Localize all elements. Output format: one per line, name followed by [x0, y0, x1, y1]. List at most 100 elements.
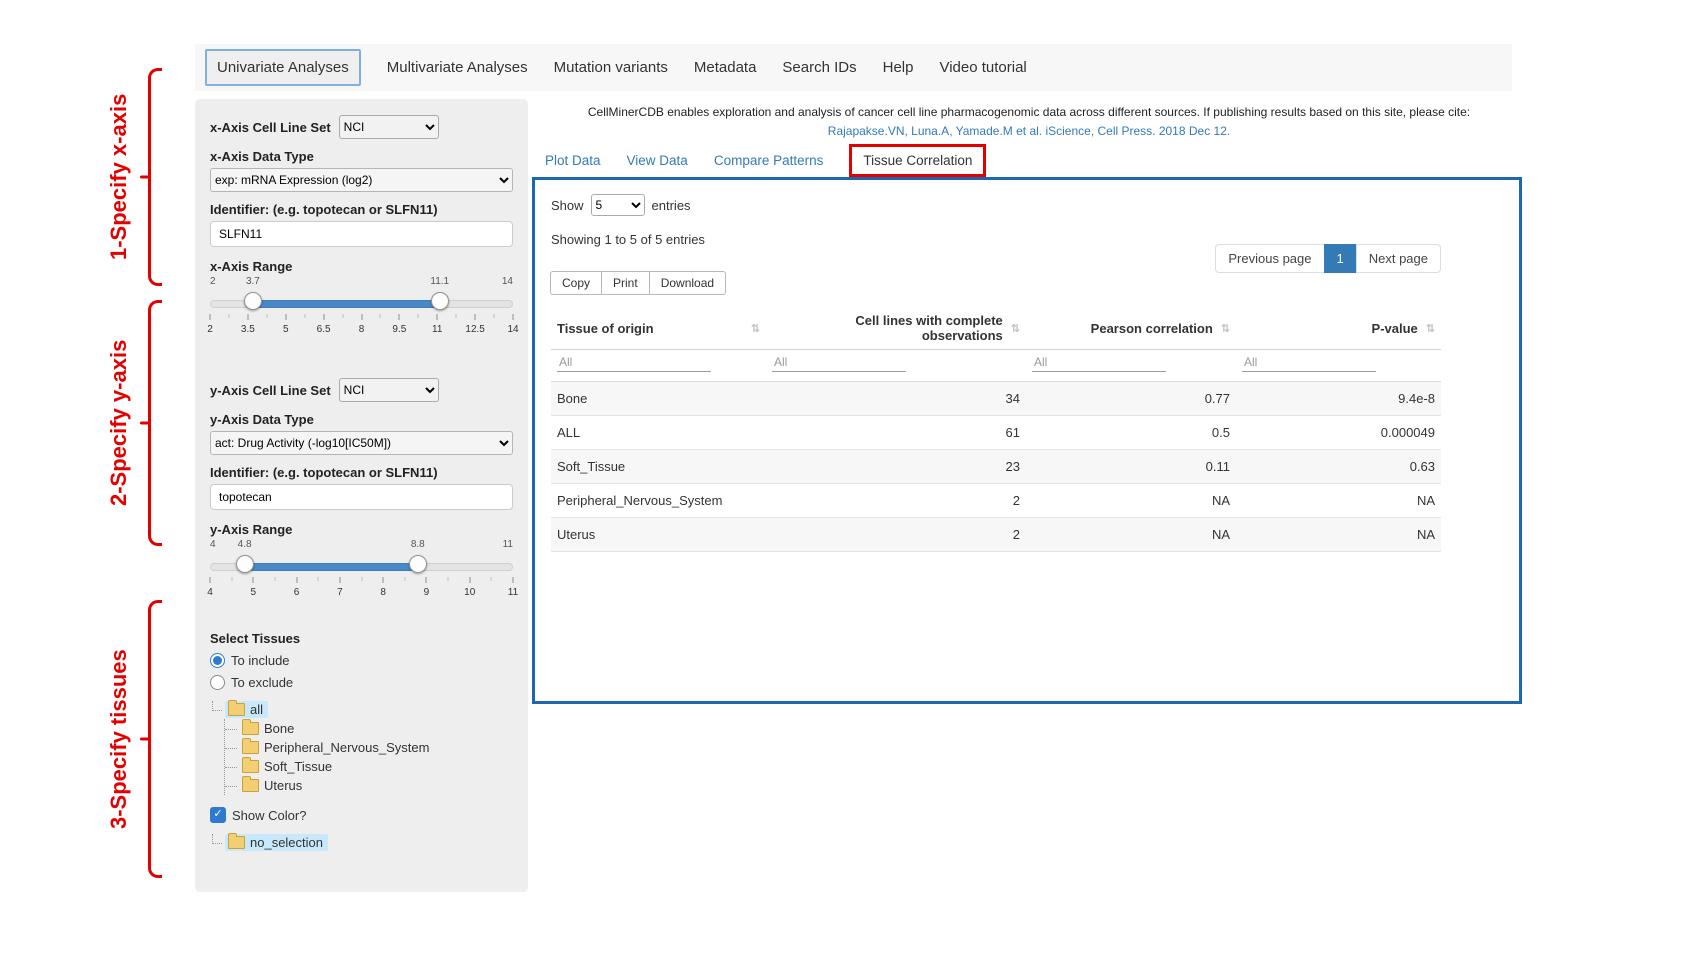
y-cell-line-set-select[interactable]: NCI	[339, 378, 439, 402]
y-identifier-input[interactable]	[210, 484, 513, 510]
slider-tick	[361, 314, 362, 320]
nav-tab-multivariate-analyses[interactable]: Multivariate Analyses	[387, 59, 528, 76]
slider-tick	[339, 577, 340, 583]
slider-tick	[323, 314, 324, 320]
radio-to-exclude[interactable]: To exclude	[210, 675, 513, 690]
x-data-type-select[interactable]: exp: mRNA Expression (log2)	[210, 168, 513, 192]
folder-icon	[228, 836, 245, 849]
copy-button[interactable]: Copy	[550, 271, 602, 295]
column-header-label: Cell lines with complete observations	[772, 313, 1003, 343]
tree-node-no-selection[interactable]: no_selection	[210, 833, 513, 852]
citation-link[interactable]: Rajapakse.VN, Luna.A, Yamade.M et al. iS…	[540, 122, 1518, 141]
column-header-tissue-of-origin[interactable]: Tissue of origin⇅	[551, 307, 766, 350]
y-axis-range-slider[interactable]: 4114.88.84567891011	[210, 539, 513, 611]
slider-minor-tick	[494, 314, 495, 318]
table-row[interactable]: Soft_Tissue230.110.63	[551, 450, 1441, 484]
column-header-cell-lines-with-complete-observations[interactable]: Cell lines with complete observations ⇅	[766, 307, 1026, 350]
radio-to-include[interactable]: To include	[210, 653, 513, 668]
slider-min-label: 4	[210, 539, 216, 550]
slider-minor-tick	[228, 314, 229, 318]
tree-node-peripheral-nervous-system[interactable]: Peripheral_Nervous_System	[239, 738, 513, 757]
show-label: Show	[551, 198, 584, 213]
nav-tab-metadata[interactable]: Metadata	[694, 59, 757, 76]
tree-node-all[interactable]: all	[210, 700, 513, 719]
entries-label: entries	[652, 198, 691, 213]
next-page-button[interactable]: Next page	[1356, 244, 1441, 273]
filter-input-p-value[interactable]	[1242, 353, 1376, 372]
page-number-button[interactable]: 1	[1324, 244, 1357, 273]
print-button[interactable]: Print	[601, 271, 650, 295]
nav-tab-univariate-analyses[interactable]: Univariate Analyses	[205, 49, 361, 86]
x-identifier-input[interactable]	[210, 221, 513, 247]
pagination: Previous page 1 Next page	[1216, 244, 1441, 273]
slider-tick	[513, 314, 514, 320]
slider-handle-to[interactable]	[431, 292, 449, 310]
nav-tab-help[interactable]: Help	[883, 59, 914, 76]
slider-tick	[210, 577, 211, 583]
slider-tick-label: 9	[424, 587, 430, 598]
sort-icon[interactable]: ⇅	[1426, 322, 1435, 335]
x-cell-line-set-row: x-Axis Cell Line Set NCI	[210, 115, 513, 139]
radio-unselected-icon	[210, 675, 225, 690]
folder-icon	[242, 760, 259, 773]
filter-input-pearson-correlation[interactable]	[1032, 353, 1166, 372]
nav-tab-mutation-variants[interactable]: Mutation variants	[554, 59, 668, 76]
filter-input-tissue-of-origin[interactable]	[557, 353, 711, 372]
cell-pearson-correlation: NA	[1026, 518, 1236, 552]
slider-handle-from[interactable]	[244, 292, 262, 310]
table-row[interactable]: Uterus2NANA	[551, 518, 1441, 552]
x-cell-line-set-select[interactable]: NCI	[339, 115, 439, 139]
y-data-type-select[interactable]: act: Drug Activity (-log10[IC50M])	[210, 431, 513, 455]
cell-p-value: 0.000049	[1236, 416, 1441, 450]
table-row[interactable]: Bone340.779.4e-8	[551, 382, 1441, 416]
nav-tab-search-ids[interactable]: Search IDs	[782, 59, 856, 76]
x-identifier-label: Identifier: (e.g. topotecan or SLFN11)	[210, 202, 513, 217]
folder-icon	[242, 741, 259, 754]
slider-tick-label: 9.5	[392, 324, 406, 335]
download-button[interactable]: Download	[649, 271, 726, 295]
tab-tissue-correlation[interactable]: Tissue Correlation	[849, 144, 986, 177]
cell-cell-lines-with-complete-observations: 2	[766, 484, 1026, 518]
slider-tick	[296, 577, 297, 583]
tab-plot-data[interactable]: Plot Data	[545, 153, 601, 168]
cell-cell-lines-with-complete-observations: 2	[766, 518, 1026, 552]
annotation-label-y-axis: 2-Specify y-axis	[96, 300, 142, 546]
export-buttons: CopyPrintDownload	[551, 271, 1441, 295]
slider-tick-label: 5	[283, 324, 289, 335]
tree-node-label: Soft_Tissue	[264, 759, 332, 774]
cell-pearson-correlation: 0.77	[1026, 382, 1236, 416]
sort-icon[interactable]: ⇅	[1221, 322, 1230, 335]
page-length-select[interactable]: 5	[591, 194, 645, 216]
slider-tick-label: 12.5	[465, 324, 484, 335]
slider-tick-label: 14	[507, 324, 518, 335]
slider-to-value: 11.1	[428, 276, 451, 287]
slider-tick	[437, 314, 438, 320]
nav-tab-video-tutorial[interactable]: Video tutorial	[939, 59, 1026, 76]
filter-input-cell-lines-with-complete-observations[interactable]	[772, 353, 906, 372]
slider-handle-to[interactable]	[409, 555, 427, 573]
slider-active-bar	[245, 563, 420, 571]
column-header-p-value[interactable]: P-value⇅	[1236, 307, 1441, 350]
table-row[interactable]: Peripheral_Nervous_System2NANA	[551, 484, 1441, 518]
previous-page-button[interactable]: Previous page	[1215, 244, 1324, 273]
tab-view-data[interactable]: View Data	[627, 153, 688, 168]
slider-tick-label: 8	[359, 324, 365, 335]
slider-minor-tick	[380, 314, 381, 318]
x-axis-range-slider[interactable]: 2143.711.123.556.589.51112.514	[210, 276, 513, 348]
cell-p-value: 0.63	[1236, 450, 1441, 484]
sort-icon[interactable]: ⇅	[751, 322, 760, 335]
tree-node-uterus[interactable]: Uterus	[239, 776, 513, 795]
y-cell-line-set-label: y-Axis Cell Line Set	[210, 383, 331, 398]
show-color-checkbox-row[interactable]: Show Color?	[210, 807, 513, 823]
tree-node-soft-tissue[interactable]: Soft_Tissue	[239, 757, 513, 776]
table-row[interactable]: ALL610.50.000049	[551, 416, 1441, 450]
tab-compare-patterns[interactable]: Compare Patterns	[714, 153, 824, 168]
slider-handle-from[interactable]	[236, 555, 254, 573]
sort-icon[interactable]: ⇅	[1011, 322, 1020, 335]
slider-minor-tick	[266, 314, 267, 318]
tree-node-bone[interactable]: Bone	[239, 719, 513, 738]
slider-tick-label: 5	[251, 587, 257, 598]
radio-selected-icon	[210, 653, 225, 668]
citation-text: CellMinerCDB enables exploration and ana…	[540, 103, 1518, 122]
column-header-pearson-correlation[interactable]: Pearson correlation⇅	[1026, 307, 1236, 350]
